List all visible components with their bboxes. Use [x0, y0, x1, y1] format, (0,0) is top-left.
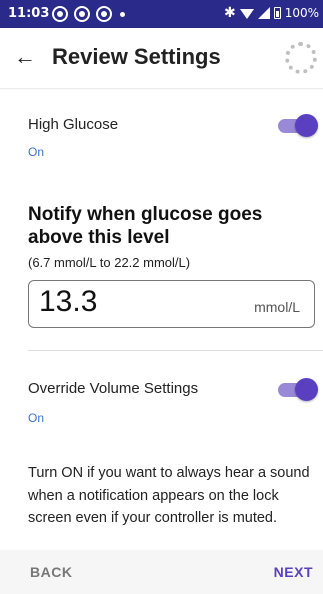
override-volume-description: Turn ON if you want to always hear a sou… [28, 465, 310, 526]
high-glucose-label: High Glucose [28, 116, 119, 133]
back-button[interactable]: BACK [30, 564, 72, 580]
glucose-level-field[interactable]: 13.3 mmol/L [28, 280, 315, 328]
override-volume-state: On [28, 411, 45, 425]
page-title: Review Settings [52, 44, 221, 69]
high-glucose-state: On [28, 145, 45, 159]
notification-icon [52, 6, 68, 22]
toggle-knob [295, 114, 318, 137]
status-time: 11:03 [8, 6, 50, 21]
dot-icon [120, 12, 125, 17]
divider [28, 350, 323, 351]
app-header: ← Review Settings [0, 28, 323, 88]
notification-icon [96, 6, 112, 22]
next-button[interactable]: NEXT [274, 564, 313, 580]
notify-range: (6.7 mmol/L to 22.2 mmol/L) [28, 255, 191, 270]
settings-content[interactable]: High Glucose On Notify when glucose goes… [0, 90, 323, 550]
status-bar: 11:03 ✱ 100% [0, 0, 323, 28]
notification-icon [74, 6, 90, 22]
glucose-level-unit: mmol/L [254, 299, 300, 315]
status-right: ✱ 100% [224, 5, 319, 21]
signal-icon [257, 7, 270, 19]
battery-icon [273, 7, 281, 19]
footer-bar: BACK NEXT [0, 550, 323, 594]
battery-percent: 100% [284, 6, 319, 20]
notify-heading: Notify when glucose goes above this leve… [28, 204, 263, 248]
arrow-left-icon[interactable]: ← [14, 40, 40, 74]
bluetooth-icon: ✱ [223, 5, 236, 21]
override-volume-toggle[interactable] [278, 378, 318, 401]
wifi-icon [239, 9, 254, 19]
scroll-fade [0, 530, 323, 550]
glucose-level-value: 13.3 [39, 285, 98, 318]
loading-spinner-icon [285, 42, 317, 74]
override-volume-label: Override Volume Settings [28, 380, 199, 397]
high-glucose-toggle[interactable] [278, 114, 318, 137]
toggle-knob [295, 378, 318, 401]
